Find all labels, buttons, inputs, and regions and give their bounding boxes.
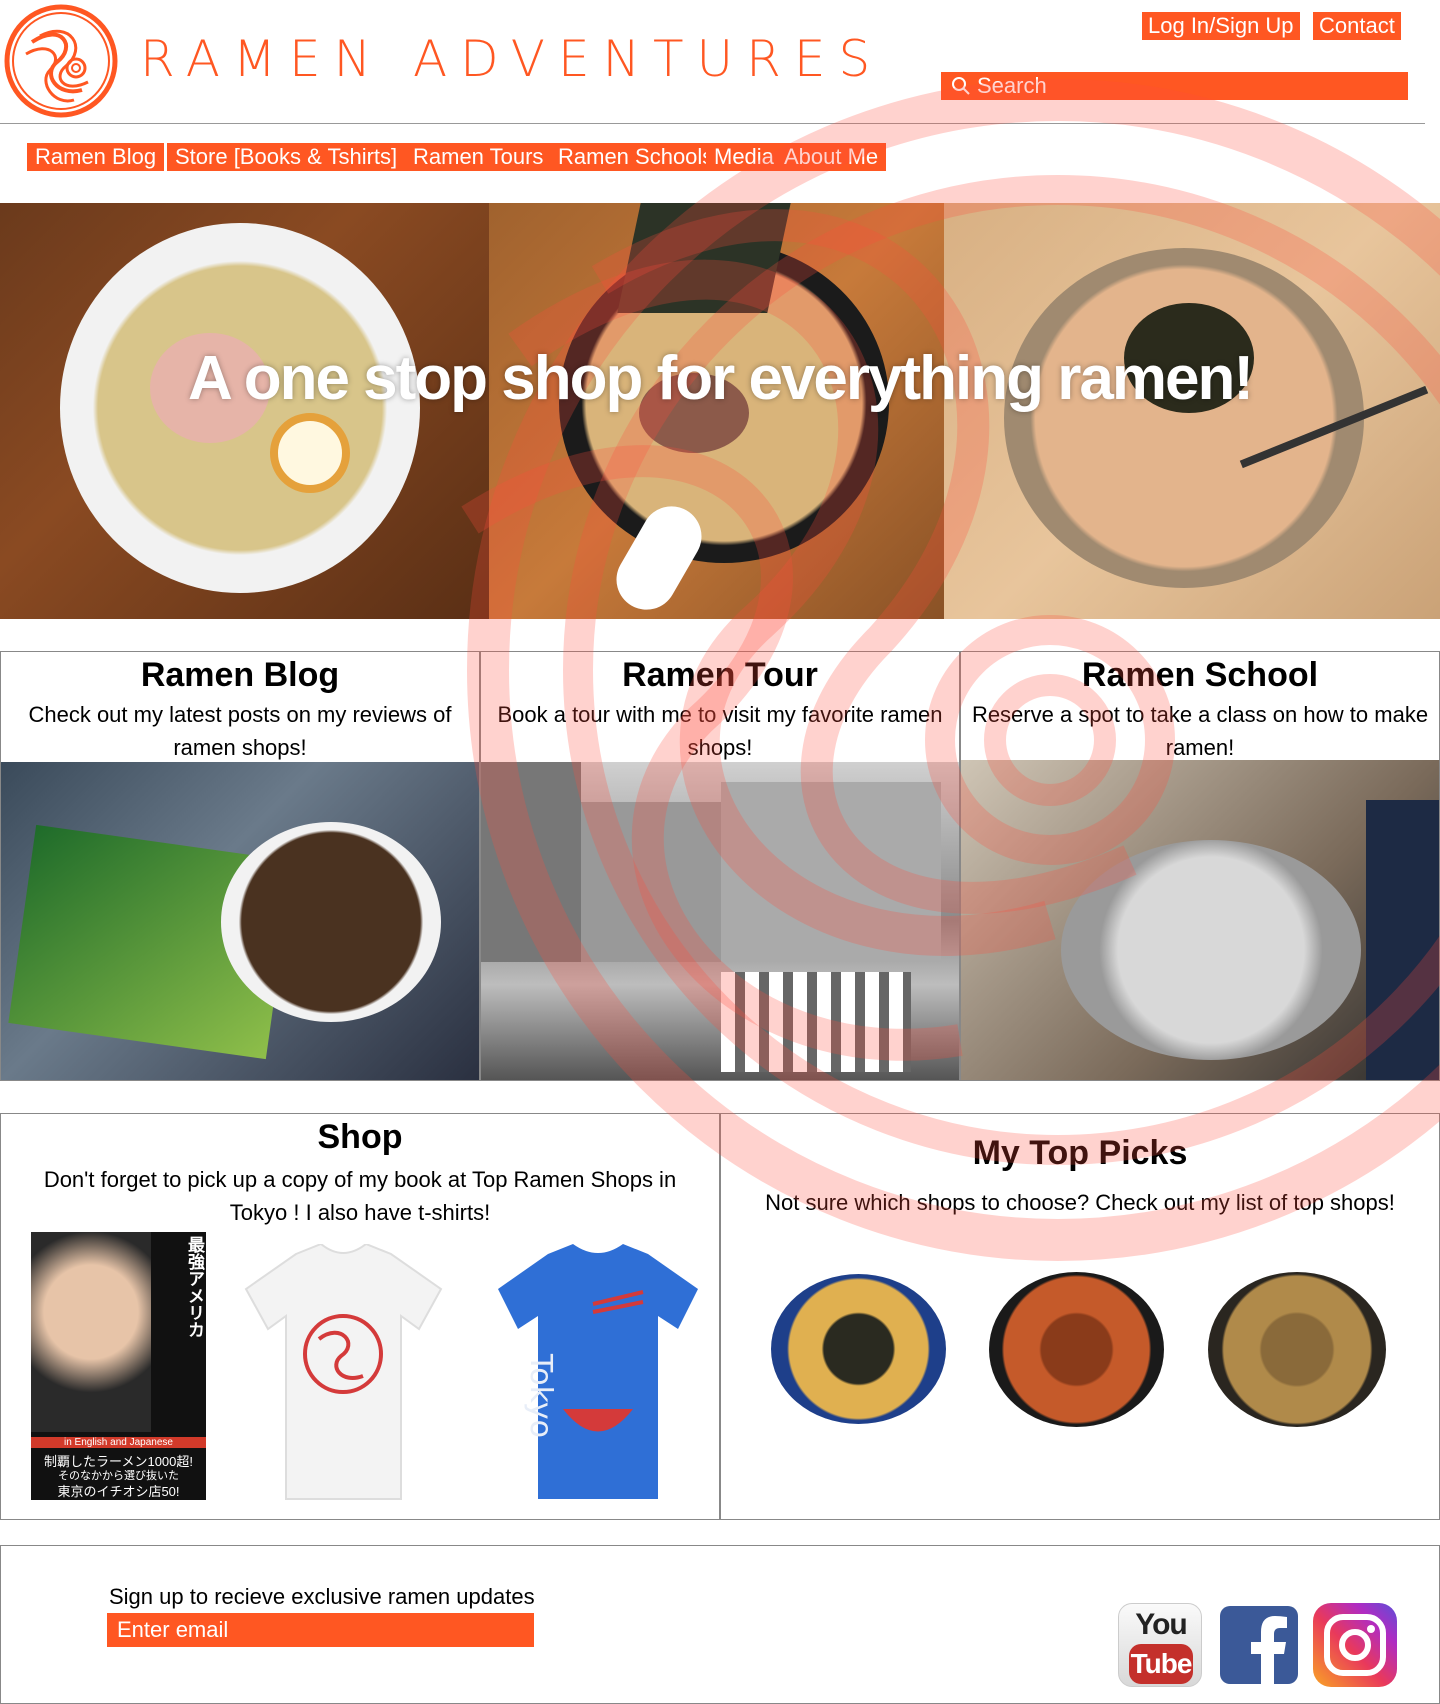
card-photo-tour[interactable] [481,762,959,1080]
top-pick-bowl[interactable] [989,1272,1164,1427]
card-title[interactable]: Ramen Blog [1,656,479,695]
card-title[interactable]: Ramen Tour [481,656,959,695]
nav-ramen-blog[interactable]: Ramen Blog [27,143,168,171]
picks-description: Not sure which shops to choose? Check ou… [765,1190,1395,1215]
footer: Sign up to recieve exclusive ramen updat… [0,1545,1440,1704]
youtube-icon[interactable]: You Tube [1118,1603,1202,1687]
book-tagline: 制覇したラーメン1000超! [43,1454,193,1469]
login-signup-link[interactable]: Log In/Sign Up [1142,12,1300,40]
nav-ramen-tours[interactable]: Ramen Tours [405,143,555,171]
white-tshirt[interactable] [241,1244,446,1504]
shop-section: Shop Don't forget to pick up a copy of m… [0,1113,720,1520]
card-description: Check out my latest posts on my reviews … [28,702,452,760]
book-tagline: 東京のイチオシ店50! [57,1484,180,1499]
youtube-you-text: You [1135,1608,1187,1641]
top-picks-section: My Top Picks Not sure which shops to cho… [720,1113,1440,1520]
card-photo-school[interactable] [961,760,1439,1080]
card-description: Book a tour with me to visit my favorite… [497,702,943,760]
nav-ramen-schools[interactable]: Ramen Schools [550,143,725,171]
card-description: Reserve a spot to take a class on how to… [971,702,1429,760]
picks-title[interactable]: My Top Picks [721,1134,1439,1173]
logo-icon[interactable] [2,2,120,120]
search-input[interactable] [941,72,1408,100]
header-divider [0,123,1425,124]
shop-description: Don't forget to pick up a copy of my boo… [43,1167,677,1225]
blue-tshirt[interactable]: Tokyo [493,1244,703,1504]
facebook-icon[interactable] [1220,1606,1298,1684]
book-subtitle: in English and Japanese [31,1437,206,1448]
search-icon [952,77,970,95]
hero-headline: A one stop shop for everything ramen! [188,344,1254,413]
book-tagline: そのなかから選び抜いた [58,1470,179,1482]
hero-banner: A one stop shop for everything ramen! [0,203,1440,619]
card-ramen-blog[interactable]: Ramen Blog Check out my latest posts on … [0,651,480,1081]
contact-link[interactable]: Contact [1313,12,1401,40]
card-ramen-school[interactable]: Ramen School Reserve a spot to take a cl… [960,651,1440,1081]
nav-store[interactable]: Store [Books & Tshirts] [167,143,409,171]
top-pick-bowl[interactable] [771,1274,946,1424]
instagram-icon[interactable] [1313,1603,1397,1687]
card-photo-blog[interactable] [1,762,479,1080]
email-field[interactable] [107,1613,534,1647]
nav-about-me[interactable]: About Me [776,143,890,171]
card-ramen-tour[interactable]: Ramen Tour Book a tour with me to visit … [480,651,960,1081]
site-brand[interactable]: RAMEN ADVENTURES [140,30,883,88]
book-title: 最強アメリカ [185,1236,204,1338]
card-title[interactable]: Ramen School [961,656,1439,695]
shop-title[interactable]: Shop [1,1118,719,1157]
signup-label: Sign up to recieve exclusive ramen updat… [109,1584,535,1609]
tshirt-text: Tokyo [523,1353,558,1438]
youtube-tube-text: Tube [1129,1644,1193,1684]
top-pick-bowl[interactable] [1208,1272,1386,1427]
nav-media[interactable]: Media [706,143,785,171]
book-cover[interactable]: 最強アメリカ in English and Japanese 制覇したラーメン1… [31,1232,206,1500]
